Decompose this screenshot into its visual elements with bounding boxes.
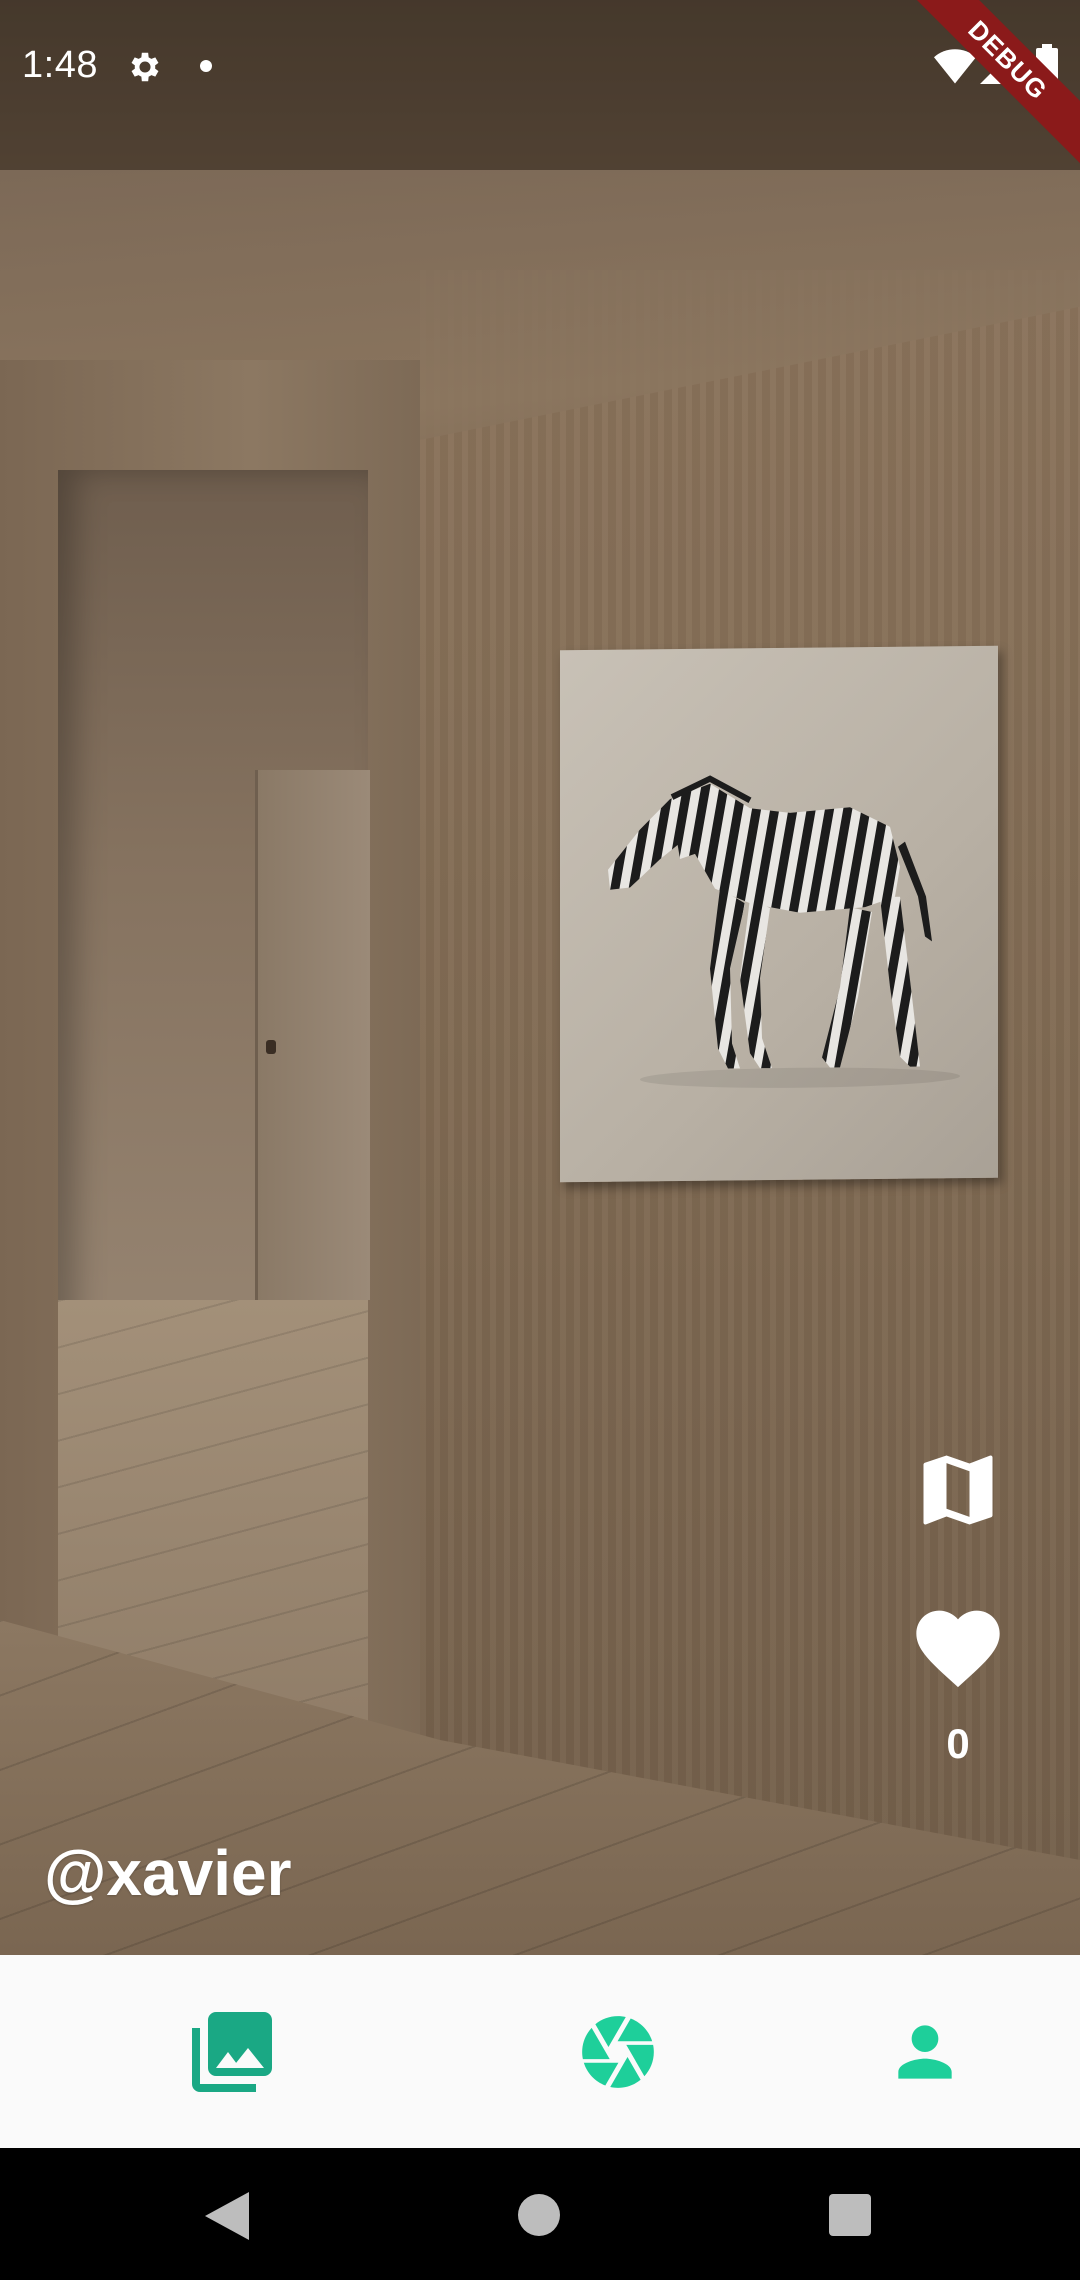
map-icon[interactable] [912,1444,1004,1536]
back-icon[interactable] [205,2192,249,2240]
nav-item-camera[interactable] [518,1955,718,2148]
zebra-illustration [608,775,960,1088]
recents-icon[interactable] [829,2194,871,2236]
system-navigation-bar [0,2148,1080,2280]
home-icon[interactable] [518,2194,560,2236]
bottom-navigation [0,1955,1080,2148]
heart-icon[interactable] [908,1598,1008,1690]
nav-item-profile[interactable] [825,1955,1025,2148]
like-count: 0 [946,1720,970,1767]
photo-inner-door [255,770,370,1300]
zebra-painting [560,645,998,1183]
post-username[interactable]: @xavier [44,1836,291,1910]
notification-dot-icon [200,60,212,72]
gear-icon [131,52,159,82]
photo-door-handle [266,1040,276,1054]
profile-icon [898,2024,952,2079]
nav-item-gallery[interactable] [132,1955,332,2148]
status-time: 1:48 [22,44,98,86]
status-bar: 1:48 DEBUG [0,0,1080,170]
gallery-icon [192,2011,272,2092]
camera-aperture-icon [582,2015,654,2088]
